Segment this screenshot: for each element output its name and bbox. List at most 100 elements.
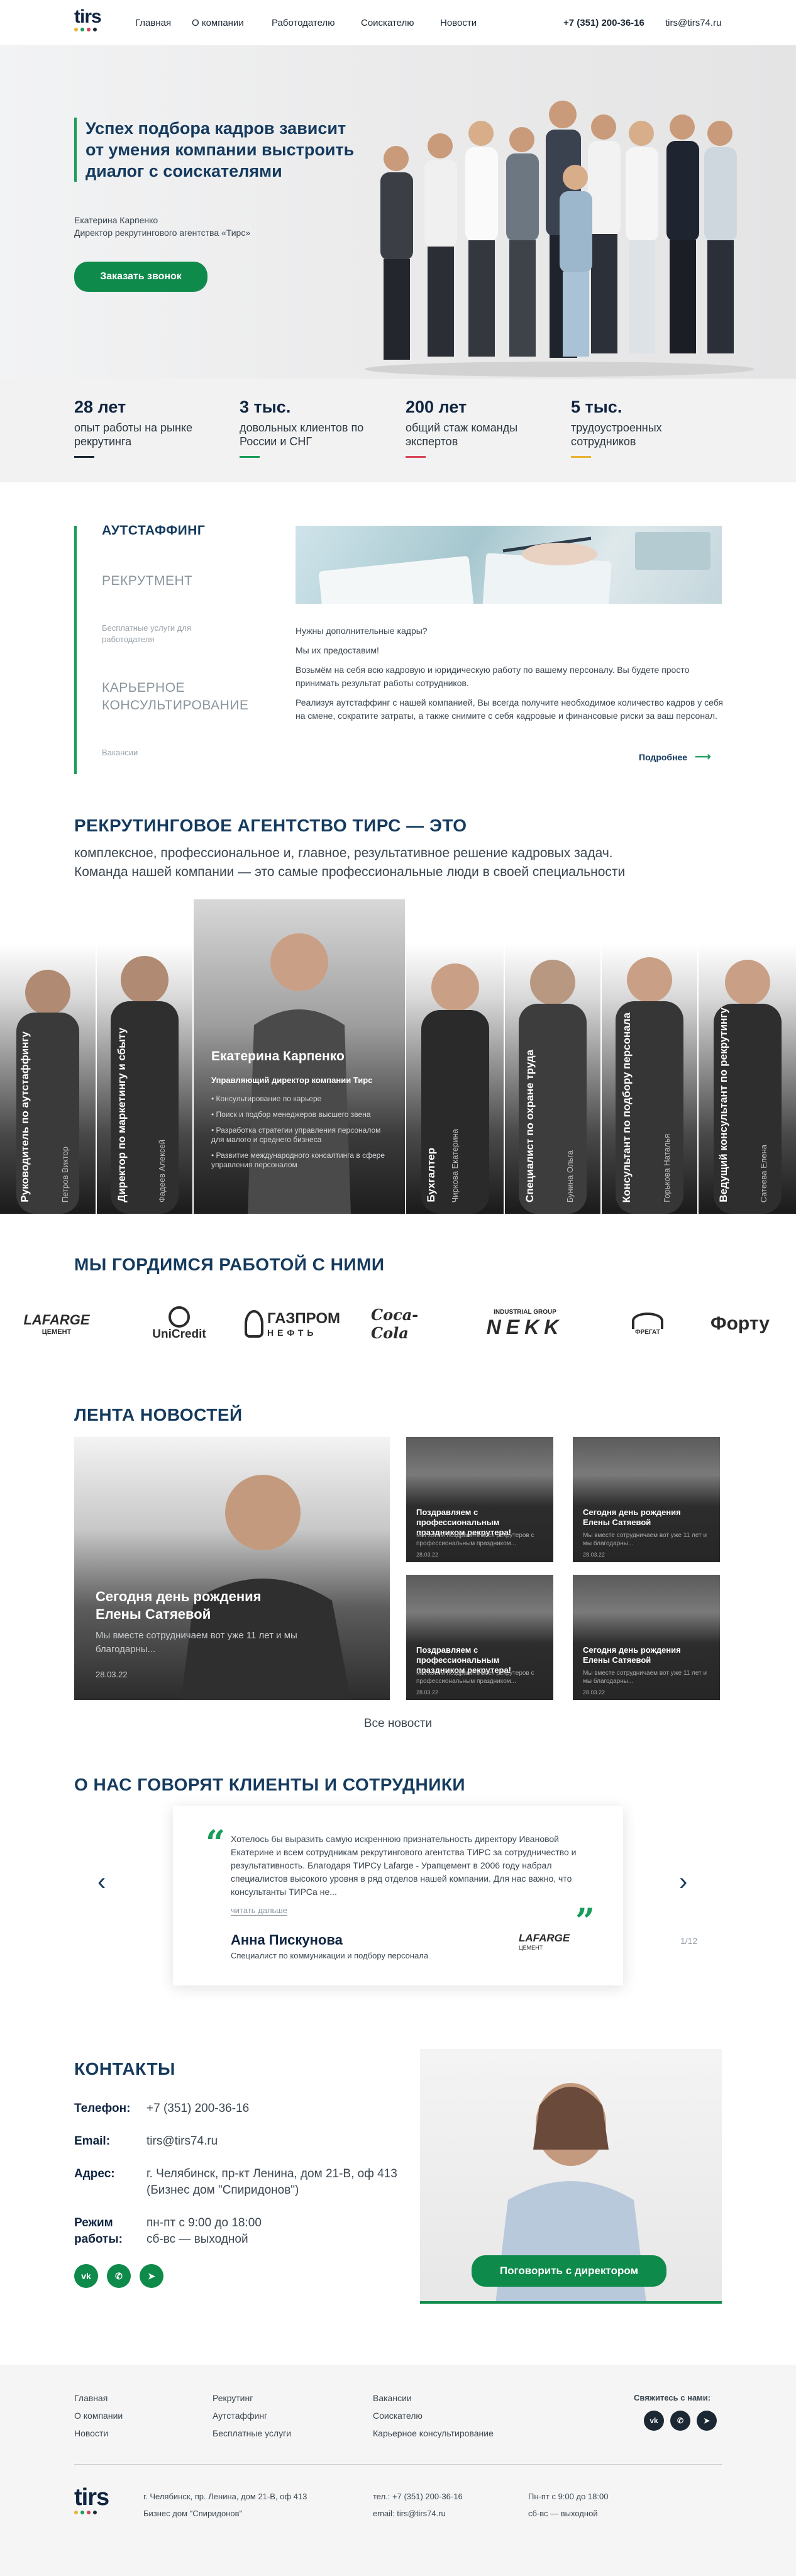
stat-text: общий стаж команды экспертов (406, 421, 518, 448)
telegram-icon[interactable]: ➤ (140, 2264, 163, 2288)
client-logo-gazprom: ГАЗПРОМ НЕФТЬ (239, 1296, 346, 1352)
talk-director-button[interactable]: Поговорить с директором (472, 2255, 666, 2287)
member-name: Чиркова Екатерина (450, 1128, 460, 1202)
service-text-1: Нужны дополнительные кадры? (296, 626, 428, 636)
service-text-2: Мы их предоставим! (296, 645, 379, 655)
header-email[interactable]: tirs@tirs74.ru (665, 18, 721, 28)
footer-logo[interactable]: tirs (74, 2485, 109, 2514)
footer-link[interactable]: Главная (74, 2393, 108, 2403)
service-tab-outstaffing[interactable]: АУТСТАФФИНГ (102, 523, 205, 538)
stat-team: 200 лет общий стаж команды экспертов (406, 397, 556, 458)
service-tab-recruitment[interactable]: РЕКРУТМЕНТ (102, 574, 192, 589)
news-card-desc: Мы хотим поздравить всех рекрутеров с пр… (416, 1532, 534, 1547)
member-role: Директор по маркетингу и сбыту (116, 1028, 128, 1202)
team-member[interactable]: Консультант по подбору персонала Горьков… (602, 943, 697, 1214)
contact-address: г. Челябинск, пр-кт Ленина, дом 21-В, оф… (146, 2167, 397, 2197)
footer-hours-1: Пн-пт с 9:00 до 18:00 (528, 2492, 609, 2501)
news-card-featured[interactable]: Сегодня день рождения Елены Сатяевой Мы … (74, 1437, 390, 1700)
telegram-icon[interactable]: ➤ (697, 2411, 717, 2431)
vk-icon[interactable]: vk (644, 2411, 664, 2431)
news-photo (181, 1475, 351, 1700)
team-member[interactable]: Бухгалтер Чиркова Екатерина (406, 943, 504, 1214)
chevron-right-icon[interactable]: › (679, 1869, 687, 1894)
contact-email-label: Email: (74, 2135, 111, 2148)
all-news-link[interactable]: Все новости (0, 1717, 796, 1731)
client-logo-name: UniCredit (152, 1328, 206, 1341)
fregat-icon (632, 1312, 663, 1329)
director-photo-block: Поговорить с директором (420, 2049, 722, 2304)
footer-link[interactable]: Вакансии (373, 2393, 412, 2403)
news-card-desc: Мы вместе сотрудничаем вот уже 11 лет и … (583, 1532, 707, 1547)
footer-link[interactable]: Аутстаффинг (213, 2411, 267, 2421)
service-text-4: Реализуя аутстаффинг с нашей компанией, … (296, 697, 724, 721)
team-member[interactable]: Специалист по охране труда Бунина Ольга (505, 943, 600, 1214)
footer-email[interactable]: email: tirs@tirs74.ru (373, 2507, 446, 2519)
client-logo-name: LAFARGE (23, 1312, 90, 1328)
featured-role: Управляющий директор компании Тирс (211, 1075, 373, 1085)
news-card-title: Сегодня день рождения Елены Сатяевой (583, 1507, 681, 1527)
featured-bullet: • Поиск и подбор менеджеров высшего звен… (211, 1110, 371, 1119)
service-more-link[interactable]: Подробнее ⟶ (639, 750, 711, 763)
footer-link[interactable]: О компании (74, 2411, 123, 2421)
clients-logos: LAFARGE ЦЕМЕНТ UniCredit ГАЗПРОМ НЕФТЬ C… (0, 1296, 796, 1352)
hero-title: Успех подбора кадров зависит от умения к… (74, 118, 363, 182)
team-photo (365, 101, 755, 377)
service-vacancies-link[interactable]: Вакансии (102, 747, 138, 758)
team-member[interactable]: Ведущий консультант по рекрутингу Сатеев… (699, 943, 796, 1214)
review-read-more[interactable]: читать дальше (231, 1906, 287, 1916)
team-member-featured[interactable]: Екатерина Карпенко Управляющий директор … (194, 899, 405, 1214)
client-logo-sub: INDUSTRIAL GROUP (494, 1309, 556, 1316)
stat-clients: 3 тыс. довольных клиентов по России и СН… (240, 397, 390, 458)
news-card[interactable]: Поздравляем с профессиональным празднико… (406, 1575, 553, 1700)
quote-open-icon: “ (206, 1823, 226, 1863)
hero-person-name: Екатерина Карпенко (74, 215, 158, 225)
news-card[interactable]: Поздравляем с профессиональным празднико… (406, 1437, 553, 1562)
client-logo-name: Форту (710, 1313, 770, 1334)
member-name: Бунина Ольга (565, 1150, 575, 1202)
nav-home[interactable]: Главная (135, 18, 171, 28)
footer-link[interactable]: Бесплатные услуги (213, 2428, 291, 2438)
whatsapp-icon[interactable]: ✆ (670, 2411, 690, 2431)
news-card-desc: Мы вместе сотрудничаем вот уже 11 лет и … (583, 1670, 707, 1685)
client-logo-nekk: INDUSTRIAL GROUP NEKK (472, 1296, 578, 1352)
hero-person-role: Директор рекрутингового агентства «Тирс» (74, 228, 251, 238)
service-free-link[interactable]: Бесплатные услуги для работодателя (102, 623, 221, 645)
whatsapp-icon[interactable]: ✆ (107, 2264, 131, 2288)
member-role: Бухгалтер (425, 1148, 437, 1202)
team-member[interactable]: Руководитель по аутстаффингу Петров Викт… (0, 943, 96, 1214)
team-member[interactable]: Директор по маркетингу и сбыту Фадеев Ал… (97, 943, 192, 1214)
stats-section: 28 лет опыт работы на рынке рекрутинга 3… (0, 379, 796, 482)
client-logo-sub: ЦЕМЕНТ (41, 1328, 72, 1336)
stat-text: опыт работы на рынке рекрутинга (74, 421, 192, 448)
nav-news[interactable]: Новости (440, 18, 477, 28)
site-logo[interactable]: tirs (74, 8, 102, 31)
header-phone[interactable]: +7 (351) 200-36-16 (563, 18, 644, 28)
vk-icon[interactable]: vk (74, 2264, 98, 2288)
footer-phone[interactable]: тел.: +7 (351) 200-36-16 (373, 2490, 463, 2502)
footer-social-title: Свяжитесь с нами: (634, 2393, 711, 2402)
footer-link[interactable]: Новости (74, 2428, 108, 2438)
news-card[interactable]: Сегодня день рождения Елены Сатяевой Мы … (573, 1437, 720, 1562)
footer-link[interactable]: Карьерное консультирование (373, 2428, 494, 2438)
footer-hours-2: сб-вс — выходной (528, 2509, 598, 2518)
member-role: Руководитель по аутстаффингу (19, 1031, 31, 1202)
nav-candidate[interactable]: Соискателю (361, 18, 414, 28)
review-author: Анна Пискунова (231, 1932, 343, 1948)
contact-phone[interactable]: +7 (351) 200-36-16 (146, 2101, 249, 2117)
order-call-button[interactable]: Заказать звонок (74, 262, 207, 292)
footer-link[interactable]: Рекрутинг (213, 2393, 253, 2403)
chevron-left-icon[interactable]: ‹ (97, 1869, 106, 1894)
service-tab-career[interactable]: КАРЬЕРНОЕ КОНСУЛЬТИРОВАНИЕ (102, 679, 284, 714)
news-card[interactable]: Сегодня день рождения Елены Сатяевой Мы … (573, 1575, 720, 1700)
client-logo-fregat: ФРЕГАТ (610, 1296, 685, 1352)
contact-hours-label: Режим работы: (74, 2216, 123, 2246)
contact-email[interactable]: tirs@tirs74.ru (146, 2133, 218, 2150)
client-logo-name: ГАЗПРОМ (267, 1310, 341, 1327)
footer-link[interactable]: Соискателю (373, 2411, 423, 2421)
member-role: Специалист по охране труда (524, 1050, 536, 1202)
stat-text: трудоустроенных сотрудников (571, 421, 662, 448)
news-card-date: 28.03.22 (96, 1670, 128, 1679)
nav-about[interactable]: О компании (192, 18, 244, 28)
nav-employer[interactable]: Работодателю (272, 18, 334, 28)
member-role: Консультант по подбору персонала (621, 1012, 633, 1202)
